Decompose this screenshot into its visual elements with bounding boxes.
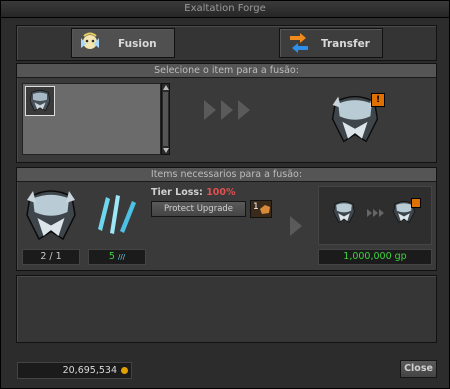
tier-badge-icon: ! [371, 93, 385, 107]
preview-armor-icon [333, 201, 355, 223]
fusion-fairy-icon [81, 32, 99, 49]
tab-fusion[interactable]: Fusion [71, 28, 175, 58]
scroll-thumb[interactable] [163, 92, 168, 146]
protect-item-slot[interactable]: 1 [250, 200, 272, 218]
preview-arrow-icon [367, 209, 384, 217]
tab-transfer-label: Transfer [321, 38, 370, 50]
list-item[interactable] [25, 86, 55, 116]
result-panel [16, 275, 437, 343]
close-button[interactable]: Close [400, 360, 437, 378]
dust-mini-icon: /// [118, 253, 126, 261]
scroll-up-arrow-icon[interactable] [163, 85, 169, 90]
scroll-down-arrow-icon[interactable] [163, 148, 169, 153]
armor-icon [29, 90, 51, 112]
gold-balance: 20,695,534 [17, 362, 132, 379]
protect-count: 1 [253, 202, 259, 212]
tab-transfer[interactable]: Transfer [279, 28, 383, 58]
dust-count: 5 /// [88, 249, 146, 265]
gold-cost: 1,000,000 gp [318, 249, 432, 265]
next-arrow-icon [290, 216, 302, 236]
required-armor-icon [26, 190, 76, 241]
protect-hand-icon [260, 205, 270, 214]
transfer-preview-box [318, 186, 432, 245]
transfer-arrows-icon [290, 33, 308, 53]
tab-fusion-label: Fusion [118, 38, 157, 50]
gold-coin-icon [121, 367, 128, 374]
tier-loss-label: Tier Loss: [151, 187, 203, 198]
select-item-header: Selecione o item para a fusão: [17, 64, 436, 78]
dust-count-value: 5 [108, 251, 115, 262]
protect-upgrade-button[interactable]: Protect Upgrade [151, 201, 246, 217]
item-count: 2 / 1 [22, 249, 80, 265]
triple-arrow-icon [204, 100, 250, 120]
tier-loss-value: 100% [206, 187, 236, 198]
required-items-header: Items necessarios para a fusão: [17, 168, 436, 182]
list-scrollbar[interactable] [161, 83, 170, 155]
exaltation-forge-window: Exaltation Forge Fusion Transfer Selecio… [0, 0, 450, 389]
item-list[interactable] [22, 83, 161, 155]
tier-loss-row: Tier Loss: 100% [151, 187, 236, 198]
exalted-dust-icon [98, 195, 136, 234]
gold-balance-value: 20,695,534 [62, 365, 117, 376]
preview-tier-badge-icon [411, 198, 421, 208]
window-title: Exaltation Forge [1, 1, 449, 18]
